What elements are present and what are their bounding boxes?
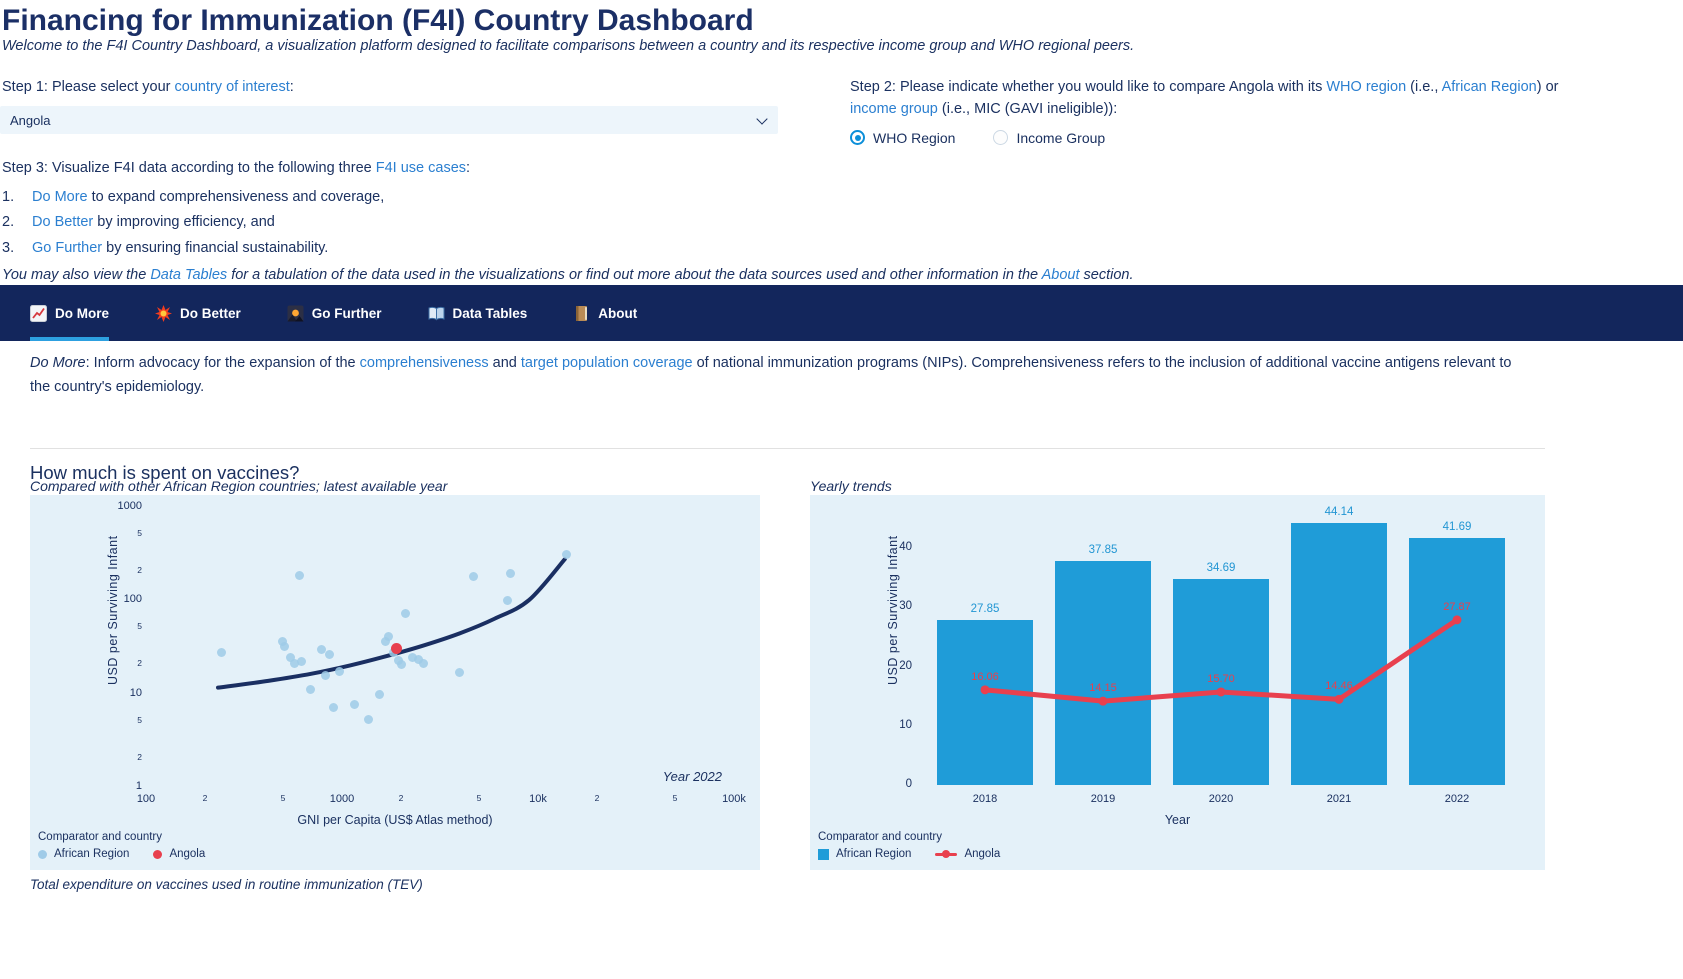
use-case-item: 1. Do More to expand comprehensiveness a… [2,189,1562,205]
main-navbar: Do More Do Better Go Further Data Tables… [0,285,1683,341]
tab-go-further[interactable]: Go Further [287,285,382,341]
scatter-point-african-region[interactable] [297,657,306,666]
tab-do-more[interactable]: Do More [30,285,109,341]
data-tables-note: You may also view the Data Tables for a … [2,267,1562,283]
bar-chart: USD per Surviving Infant Year Comparator… [810,495,1545,870]
scatter-point-african-region[interactable] [329,703,338,712]
scatter-point-african-region[interactable] [321,671,330,680]
line-value-label: 16.06 [955,671,1015,683]
line-point-angola[interactable] [981,685,990,694]
radio-income-group[interactable]: Income Group [993,130,1105,146]
tab-do-better[interactable]: Do Better [155,285,241,341]
scatter-point-african-region[interactable] [455,668,464,677]
scatter-chart-title: Compared with other African Region count… [30,478,447,494]
line-point-angola[interactable] [1217,687,1226,696]
step2-label: Step 2: Please indicate whether you woul… [850,76,1562,121]
country-select[interactable]: Angola [0,106,778,134]
f4i-dashboard-page: Financing for Immunization (F4I) Country… [0,0,1683,979]
chevron-down-icon [756,114,767,125]
chart-increasing-icon [30,305,47,322]
step2-section: Step 2: Please indicate whether you woul… [850,76,1562,146]
tab-data-tables[interactable]: Data Tables [428,285,528,341]
step1-label: Step 1: Please select your country of in… [2,76,802,98]
scatter-point-african-region[interactable] [325,650,334,659]
step3-label: Step 3: Visualize F4I data according to … [2,157,1562,179]
scatter-point-african-region[interactable] [295,571,304,580]
line-point-angola[interactable] [1453,615,1462,624]
angola-trend-line[interactable] [810,495,1545,870]
scatter-point-african-region[interactable] [384,632,393,641]
country-select-value: Angola [10,113,50,128]
step1-section: Step 1: Please select your country of in… [2,76,802,134]
scatter-point-african-region[interactable] [506,569,515,578]
scatter-caption: Total expenditure on vaccines used in ro… [30,877,423,892]
use-case-item: 3. Go Further by ensuring financial sust… [2,240,1562,256]
radio-who-region[interactable]: WHO Region [850,130,955,146]
step3-section: Step 3: Visualize F4I data according to … [2,157,1562,283]
page-title: Financing for Immunization (F4I) Country… [2,4,754,38]
radio-unselected-icon[interactable] [993,130,1008,145]
open-book-icon [428,305,445,322]
trend-line [30,495,760,870]
line-value-label: 14.46 [1309,680,1369,692]
scatter-point-african-region[interactable] [419,659,428,668]
sunrise-icon [287,305,304,322]
line-value-label: 14.15 [1073,682,1133,694]
page-subtitle: Welcome to the F4I Country Dashboard, a … [2,38,1562,54]
scatter-point-african-region[interactable] [364,715,373,724]
radio-selected-icon[interactable] [850,130,865,145]
tab-about[interactable]: About [573,285,637,341]
scatter-point-african-region[interactable] [401,609,410,618]
line-point-angola[interactable] [1335,695,1344,704]
bar-chart-title: Yearly trends [810,478,892,494]
ledger-book-icon [573,305,590,322]
comparator-radio-group: WHO Region Income Group [850,130,1562,146]
section-divider [30,448,1545,449]
tab-description: Do More: Inform advocacy for the expansi… [30,352,1535,400]
line-value-label: 27.87 [1427,601,1487,613]
scatter-point-african-region[interactable] [306,685,315,694]
scatter-point-african-region[interactable] [397,660,406,669]
line-value-label: 15.70 [1191,673,1251,685]
line-point-angola[interactable] [1099,697,1108,706]
scatter-point-african-region[interactable] [503,596,512,605]
collision-icon [155,305,172,322]
scatter-chart: USD per Surviving Infant GNI per Capita … [30,495,760,870]
use-case-item: 2. Do Better by improving efficiency, an… [2,214,1562,230]
